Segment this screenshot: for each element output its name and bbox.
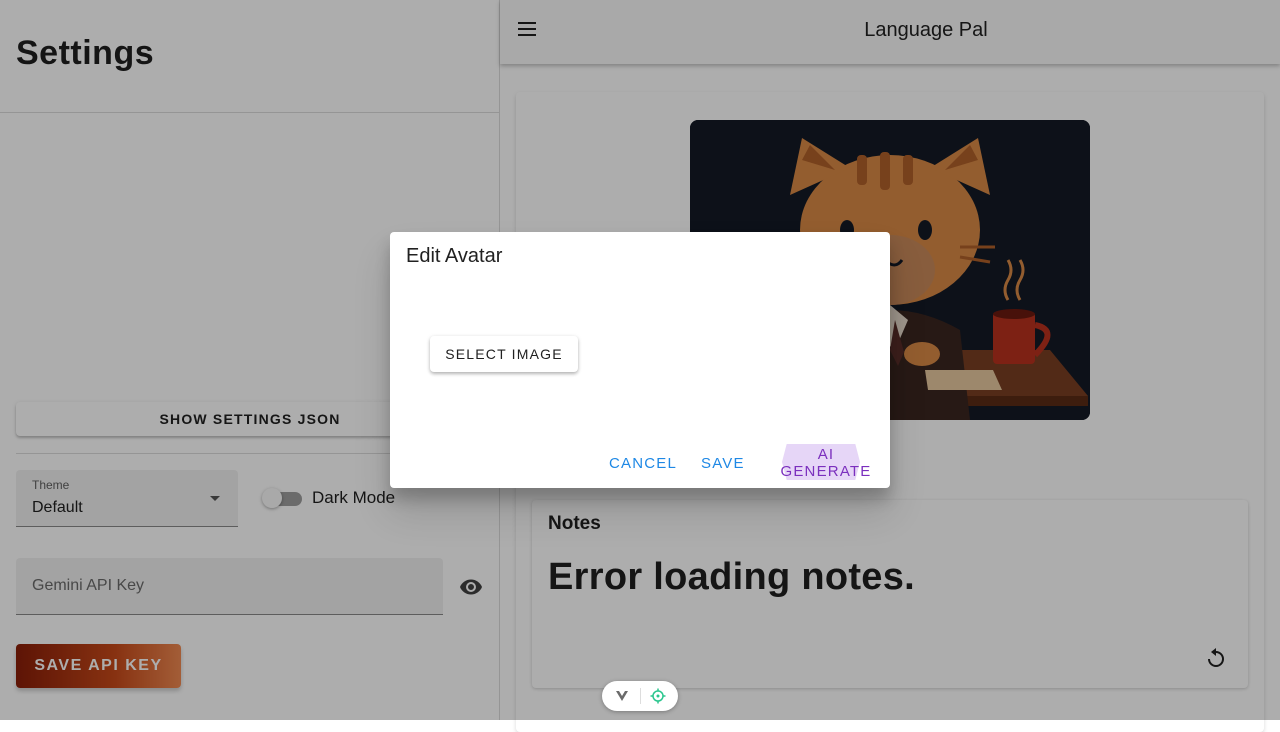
save-button[interactable]: SAVE: [693, 446, 753, 480]
devtools-toolbar: [602, 681, 678, 711]
select-image-button[interactable]: SELECT IMAGE: [430, 336, 578, 372]
dialog-title: Edit Avatar: [406, 245, 503, 267]
ai-generate-button[interactable]: AI GENERATE: [762, 446, 890, 480]
edit-avatar-dialog: Edit Avatar SELECT IMAGE CANCEL SAVE AI …: [390, 232, 890, 488]
vue-logo-icon[interactable]: [615, 689, 629, 703]
divider: [640, 688, 641, 704]
crosshair-icon[interactable]: [650, 688, 666, 704]
cancel-button[interactable]: CANCEL: [601, 446, 685, 480]
